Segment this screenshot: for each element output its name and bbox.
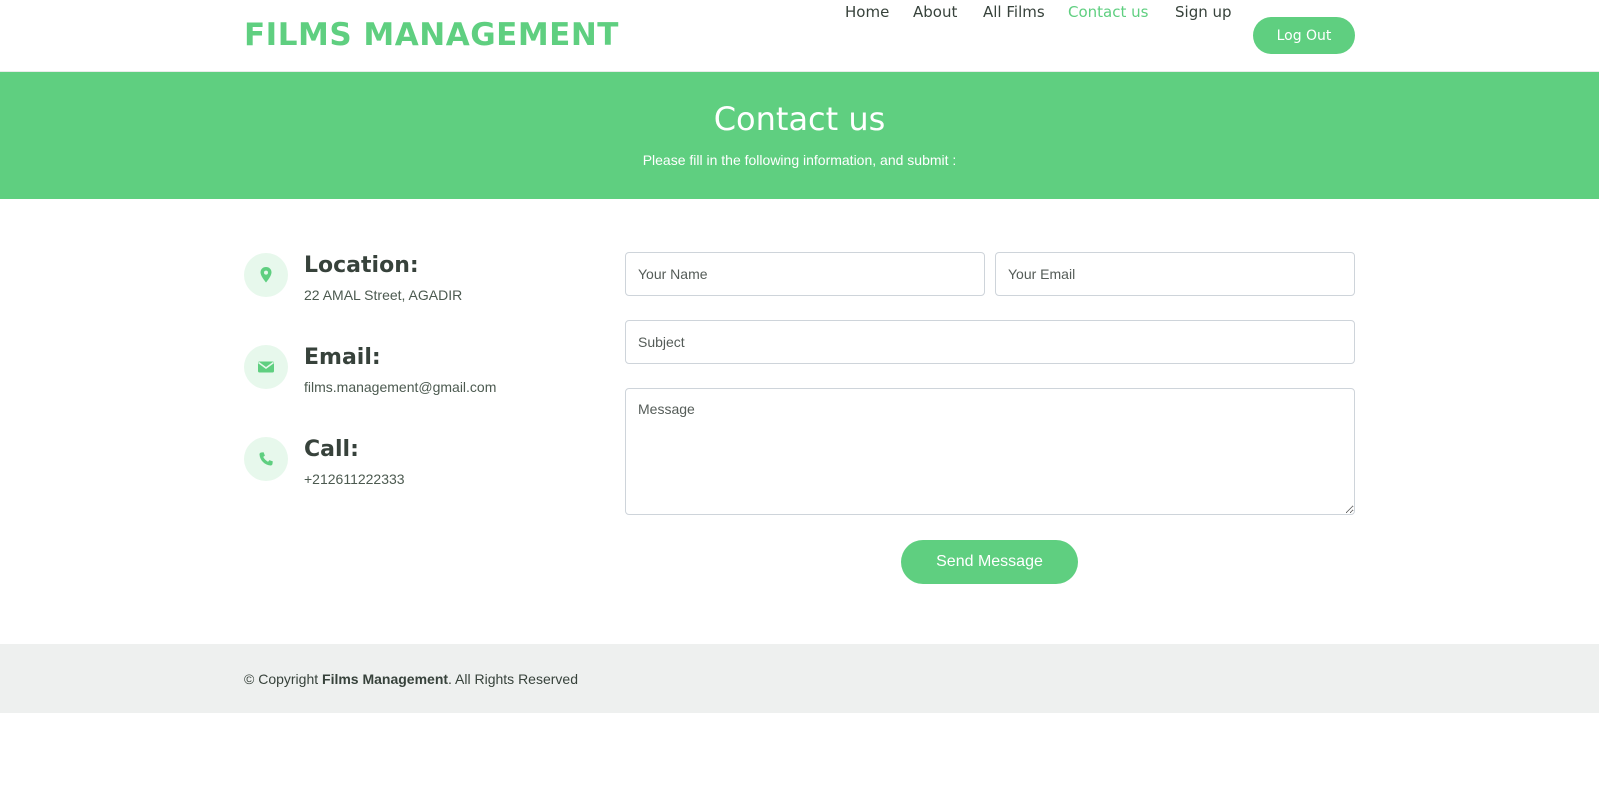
name-input[interactable] xyxy=(625,252,985,296)
nav-contact-us[interactable]: Contact us xyxy=(1068,0,1148,24)
contact-email: Email: films.management@gmail.com xyxy=(244,345,604,405)
page-subtitle: Please fill in the following information… xyxy=(642,152,957,168)
send-message-button[interactable]: Send Message xyxy=(901,540,1078,584)
message-textarea[interactable] xyxy=(625,388,1355,515)
copyright-suffix: . All Rights Reserved xyxy=(448,671,578,687)
site-logo[interactable]: FILMS MANAGEMENT xyxy=(244,16,619,54)
page-banner: Contact us Please fill in the following … xyxy=(0,72,1599,199)
location-text: 22 AMAL Street, AGADIR xyxy=(304,287,463,303)
call-title: Call: xyxy=(304,437,359,462)
email-input[interactable] xyxy=(995,252,1355,296)
page-title: Contact us xyxy=(713,100,886,138)
contact-location: Location: 22 AMAL Street, AGADIR xyxy=(244,253,604,313)
phone-icon xyxy=(244,437,288,481)
logout-button[interactable]: Log Out xyxy=(1253,17,1355,54)
nav-sign-up[interactable]: Sign up xyxy=(1175,0,1232,24)
copyright-text: © Copyright Films Management. All Rights… xyxy=(244,669,578,689)
site-header: FILMS MANAGEMENT Home About All Films Co… xyxy=(0,0,1599,72)
subject-input[interactable] xyxy=(625,320,1355,364)
nav-all-films[interactable]: All Films xyxy=(983,0,1045,24)
map-pin-icon xyxy=(244,253,288,297)
location-title: Location: xyxy=(304,253,419,278)
nav-home[interactable]: Home xyxy=(845,0,889,24)
envelope-icon xyxy=(244,345,288,389)
contact-call: Call: +212611222333 xyxy=(244,437,604,497)
call-text: +212611222333 xyxy=(304,471,405,487)
email-title: Email: xyxy=(304,345,381,370)
copyright-brand: Films Management xyxy=(322,671,449,687)
email-text: films.management@gmail.com xyxy=(304,379,497,395)
nav-about[interactable]: About xyxy=(913,0,957,24)
copyright-prefix: © Copyright xyxy=(244,671,319,687)
site-footer: © Copyright Films Management. All Rights… xyxy=(0,644,1599,713)
